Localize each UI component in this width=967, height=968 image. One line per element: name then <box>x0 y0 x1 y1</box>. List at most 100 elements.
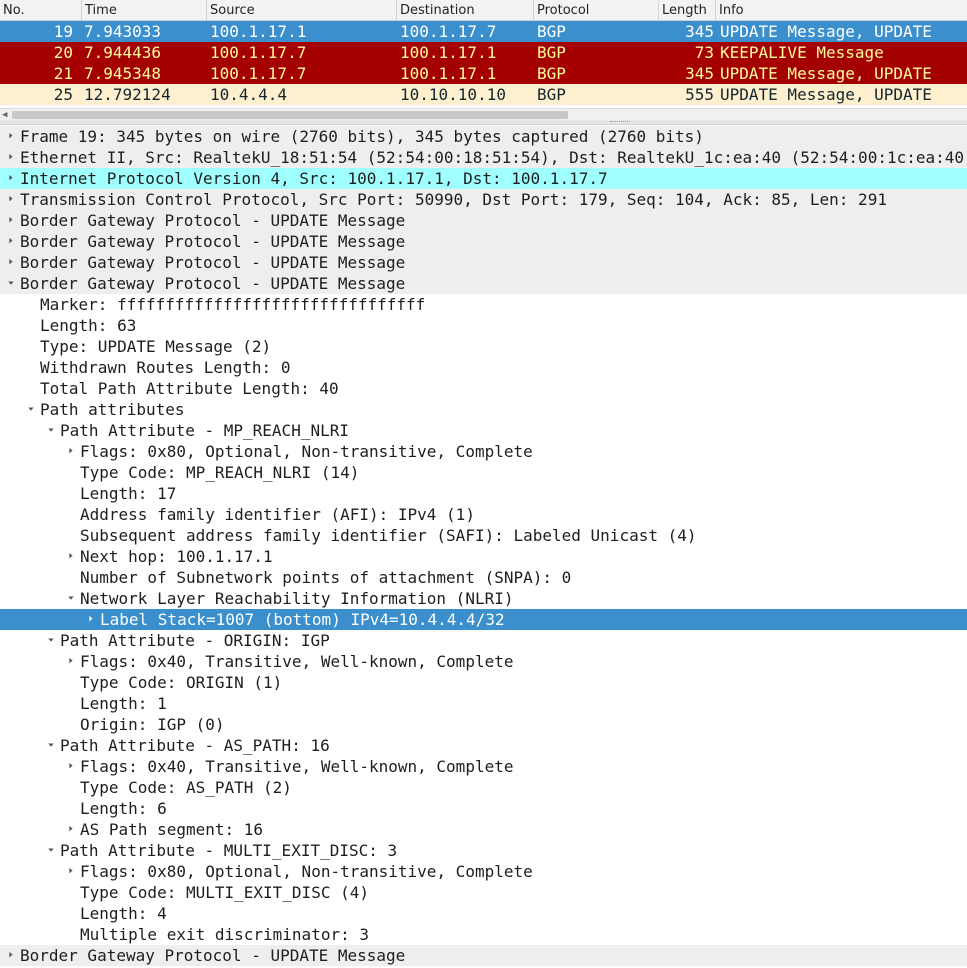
cell-no: 25 <box>53 85 73 104</box>
tree-item[interactable]: ▼ Path Attribute - ORIGIN: IGP <box>0 630 967 651</box>
tree-item[interactable]: ▶ Border Gateway Protocol - UPDATE Messag… <box>0 210 967 231</box>
tree-item-label: Path Attribute - MULTI_EXIT_DISC: 3 <box>60 841 398 860</box>
tree-item[interactable]: ▼ Path Attribute - MP_REACH_NLRI <box>0 420 967 441</box>
cell-no: 21 <box>53 64 73 83</box>
column-header-destination[interactable]: Destination <box>397 0 534 20</box>
packet-row[interactable]: 21 7.945348 100.1.17.7 100.1.17.1 BGP 345 UPDA… <box>0 63 967 84</box>
tree-item-label: Type Code: MULTI_EXIT_DISC (4) <box>80 883 369 902</box>
triangle-right-icon[interactable]: ▶ <box>87 609 94 630</box>
triangle-right-icon[interactable]: ▶ <box>67 441 74 462</box>
tree-item[interactable]: Type: UPDATE Message (2) <box>0 336 967 357</box>
tree-item[interactable]: Length: 6 <box>0 798 967 819</box>
tree-item[interactable]: Origin: IGP (0) <box>0 714 967 735</box>
cell-source: 100.1.17.1 <box>210 22 307 41</box>
tree-item[interactable]: ▼ Border Gateway Protocol - UPDATE Messag… <box>0 273 967 294</box>
cell-destination: 100.1.17.1 <box>400 64 497 83</box>
tree-item-label: Frame 19: 345 bytes on wire (2760 bits),… <box>20 127 704 146</box>
tree-item[interactable]: ▼ Path attributes <box>0 399 967 420</box>
triangle-right-icon[interactable]: ▶ <box>7 210 14 231</box>
triangle-down-icon[interactable]: ▼ <box>45 739 57 752</box>
tree-item[interactable]: Type Code: AS_PATH (2) <box>0 777 967 798</box>
column-header-no[interactable]: No. <box>0 0 82 20</box>
packet-row[interactable]: 19 7.943033 100.1.17.1 100.1.17.7 BGP 345 UPDA… <box>0 21 967 42</box>
tree-item[interactable]: ▶ Label Stack=1007 (bottom) IPv4=10.4.4.4… <box>0 609 967 630</box>
tree-item[interactable]: Length: 17 <box>0 483 967 504</box>
triangle-right-icon[interactable]: ▶ <box>7 189 14 210</box>
tree-item[interactable]: ▶ Flags: 0x80, Optional, Non-transitive, … <box>0 441 967 462</box>
pane-splitter[interactable] <box>0 120 967 125</box>
triangle-right-icon[interactable]: ▶ <box>67 819 74 840</box>
packet-list: No. Time Source Destination Protocol Len… <box>0 0 967 108</box>
tree-item[interactable]: Withdrawn Routes Length: 0 <box>0 357 967 378</box>
tree-item[interactable]: ▶ Frame 19: 345 bytes on wire (2760 bits)… <box>0 126 967 147</box>
tree-item-label: Flags: 0x80, Optional, Non-transitive, C… <box>80 442 533 461</box>
column-header-time[interactable]: Time <box>82 0 207 20</box>
tree-item-label: Length: 63 <box>40 316 137 335</box>
tree-item[interactable]: Type Code: MULTI_EXIT_DISC (4) <box>0 882 967 903</box>
packet-details-tree: ▶ Frame 19: 345 bytes on wire (2760 bits)… <box>0 126 967 968</box>
tree-item-label: Ethernet II, Src: RealtekU_18:51:54 (52:… <box>20 148 967 167</box>
triangle-down-icon[interactable]: ▼ <box>45 634 57 647</box>
triangle-down-icon[interactable]: ▼ <box>45 844 57 857</box>
tree-item[interactable]: Length: 4 <box>0 903 967 924</box>
triangle-down-icon[interactable]: ▼ <box>45 424 57 437</box>
tree-item[interactable]: ▶ Flags: 0x40, Transitive, Well-known, Co… <box>0 756 967 777</box>
cell-info: KEEPALIVE Message <box>720 43 884 62</box>
triangle-right-icon[interactable]: ▶ <box>7 147 14 168</box>
tree-item-label: Internet Protocol Version 4, Src: 100.1.… <box>20 169 608 188</box>
column-header-protocol[interactable]: Protocol <box>534 0 659 20</box>
tree-item[interactable]: ▼ Path Attribute - AS_PATH: 16 <box>0 735 967 756</box>
triangle-right-icon[interactable]: ▶ <box>7 945 14 966</box>
tree-item[interactable]: ▼ Path Attribute - MULTI_EXIT_DISC: 3 <box>0 840 967 861</box>
tree-item[interactable]: ▶ Border Gateway Protocol - UPDATE Messag… <box>0 945 967 966</box>
column-header-source[interactable]: Source <box>207 0 397 20</box>
tree-item-label: Length: 17 <box>80 484 177 503</box>
cell-destination: 100.1.17.1 <box>400 43 497 62</box>
triangle-down-icon[interactable]: ▼ <box>5 277 17 290</box>
packet-row[interactable]: 20 7.944436 100.1.17.7 100.1.17.1 BGP 73 KEEPA… <box>0 42 967 63</box>
triangle-right-icon[interactable]: ▶ <box>67 651 74 672</box>
tree-item[interactable]: ▶ Internet Protocol Version 4, Src: 100.1… <box>0 168 967 189</box>
triangle-right-icon[interactable]: ▶ <box>67 756 74 777</box>
cell-time: 7.943033 <box>84 22 162 41</box>
tree-item[interactable]: ▶ Transmission Control Protocol, Src Port… <box>0 189 967 210</box>
tree-item-label: Total Path Attribute Length: 40 <box>40 379 339 398</box>
tree-item[interactable]: ▶ Border Gateway Protocol - UPDATE Messag… <box>0 252 967 273</box>
tree-item-label: Border Gateway Protocol - UPDATE Message <box>20 211 406 230</box>
splitter-grip[interactable] <box>610 121 630 124</box>
tree-item-label: Withdrawn Routes Length: 0 <box>40 358 291 377</box>
triangle-right-icon[interactable]: ▶ <box>7 126 14 147</box>
column-header-length[interactable]: Length <box>659 0 716 20</box>
scrollbar-thumb[interactable] <box>12 111 568 119</box>
tree-item[interactable]: Type Code: MP_REACH_NLRI (14) <box>0 462 967 483</box>
tree-item[interactable]: ▶ Flags: 0x40, Transitive, Well-known, Co… <box>0 651 967 672</box>
tree-item[interactable]: Type Code: ORIGIN (1) <box>0 672 967 693</box>
tree-item[interactable]: Length: 1 <box>0 693 967 714</box>
triangle-right-icon[interactable]: ▶ <box>7 231 14 252</box>
tree-item[interactable]: Length: 63 <box>0 315 967 336</box>
tree-item[interactable]: ▼ Network Layer Reachability Information … <box>0 588 967 609</box>
column-header-info[interactable]: Info <box>716 0 967 20</box>
tree-item-label: Border Gateway Protocol - UPDATE Message <box>20 232 406 251</box>
tree-item[interactable]: Number of Subnetwork points of attachmen… <box>0 567 967 588</box>
tree-item[interactable]: ▶ Ethernet II, Src: RealtekU_18:51:54 (52… <box>0 147 967 168</box>
triangle-down-icon[interactable]: ▼ <box>65 592 77 605</box>
triangle-right-icon[interactable]: ▶ <box>67 546 74 567</box>
tree-item[interactable]: ▶ AS Path segment: 16 <box>0 819 967 840</box>
tree-item[interactable]: ▶ Flags: 0x80, Optional, Non-transitive, … <box>0 861 967 882</box>
tree-item[interactable]: Multiple exit discriminator: 3 <box>0 924 967 945</box>
tree-item[interactable]: Subsequent address family identifier (SA… <box>0 525 967 546</box>
tree-item[interactable]: ▶ Border Gateway Protocol - UPDATE Messag… <box>0 231 967 252</box>
triangle-right-icon[interactable]: ▶ <box>67 861 74 882</box>
triangle-down-icon[interactable]: ▼ <box>25 403 37 416</box>
tree-item-label: Path Attribute - ORIGIN: IGP <box>60 631 330 650</box>
tree-item[interactable]: Address family identifier (AFI): IPv4 (1… <box>0 504 967 525</box>
packet-row[interactable]: 25 12.792124 10.4.4.4 10.10.10.10 BGP 555 UPDA… <box>0 84 967 105</box>
triangle-right-icon[interactable]: ▶ <box>7 252 14 273</box>
tree-item[interactable]: Total Path Attribute Length: 40 <box>0 378 967 399</box>
cell-no: 19 <box>53 22 73 41</box>
tree-item-label: Flags: 0x80, Optional, Non-transitive, C… <box>80 862 533 881</box>
tree-item[interactable]: ▶ Next hop: 100.1.17.1 <box>0 546 967 567</box>
tree-item[interactable]: Marker: ffffffffffffffffffffffffffffffff <box>0 294 967 315</box>
triangle-right-icon[interactable]: ▶ <box>7 168 14 189</box>
